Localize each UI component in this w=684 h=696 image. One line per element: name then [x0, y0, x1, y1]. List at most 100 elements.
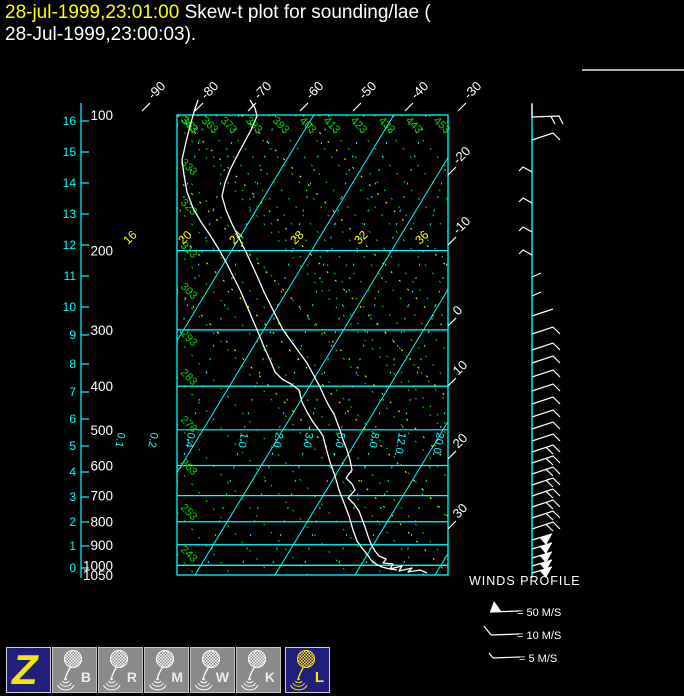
skewt-plot: 0123456789101112131415161002003004005006… — [0, 0, 684, 696]
mixing-ratio-label: 12.0 — [392, 431, 408, 454]
height-label: 12 — [63, 238, 77, 252]
wind-barb — [532, 343, 560, 350]
height-label: 14 — [63, 176, 77, 190]
wind-barb — [532, 273, 541, 277]
height-label: 16 — [63, 114, 77, 128]
dry-adiabat-line — [268, 115, 668, 575]
isotherm-tick — [448, 167, 456, 175]
mixing-ratio-line — [336, 115, 460, 575]
svg-text:Z: Z — [11, 648, 39, 692]
wind-barb — [532, 370, 560, 377]
dry-adiabat-label: 393 — [270, 115, 291, 136]
height-label: 8 — [69, 357, 76, 371]
dry-adiabat-label: 263 — [178, 457, 199, 478]
mixing-ratio-label: 5.0 — [332, 431, 346, 448]
toolbar-button-b[interactable]: B — [52, 647, 97, 693]
wind-barb — [519, 227, 532, 232]
dry-adiabat-label: 423 — [348, 115, 369, 136]
height-label: 15 — [63, 145, 77, 159]
isotherm-tick — [142, 103, 150, 111]
dry-adiabat-line — [216, 115, 616, 575]
pressure-label: 200 — [90, 244, 113, 259]
moist-adiabat-label: 36 — [412, 228, 432, 248]
pressure-label: 600 — [90, 458, 113, 473]
button-letter: L — [315, 669, 324, 686]
dry-adiabat-label: 293 — [178, 328, 199, 349]
wind-barb — [532, 467, 560, 476]
isotherm-line — [355, 115, 634, 575]
wind-barb — [519, 167, 532, 172]
button-letter: R — [127, 669, 137, 685]
toolbar-button-z[interactable]: Z — [6, 647, 51, 693]
dry-adiabat-label: 373 — [218, 115, 239, 136]
dry-adiabat-label: 413 — [321, 115, 342, 136]
moist-adiabat-line — [66, 115, 504, 575]
moist-adiabat-label: 24 — [226, 228, 246, 248]
pressure-label: 100 — [90, 108, 113, 123]
toolbar: ZB R M W K L — [0, 645, 684, 696]
toolbar-button-l[interactable]: L — [285, 647, 330, 693]
mixing-ratio-label: 3.0 — [300, 431, 314, 448]
height-label: 3 — [69, 490, 76, 504]
button-letter: K — [265, 669, 275, 685]
toolbar-button-w[interactable]: W — [190, 647, 235, 693]
wind-barb — [519, 198, 532, 203]
button-letter: W — [216, 669, 229, 685]
mixing-ratio-label: 0.1 — [112, 431, 126, 448]
pressure-label: 500 — [90, 423, 113, 438]
wind-barb — [532, 384, 560, 391]
dewpoint-trace — [182, 100, 397, 570]
pressure-label: 1050 — [83, 568, 113, 583]
mixing-ratio-line — [152, 115, 276, 575]
height-label: 10 — [63, 300, 77, 314]
dry-adiabat-line — [295, 115, 684, 575]
dry-adiabat-label: 443 — [403, 115, 424, 136]
wind-barb — [532, 478, 560, 487]
dry-adiabat-line — [177, 167, 532, 575]
wind-barb — [532, 133, 560, 140]
mixing-ratio-label: 20.0 — [430, 431, 446, 454]
height-label: 7 — [69, 385, 76, 399]
isotherm-label-right: 20 — [450, 430, 471, 451]
pressure-label: 400 — [90, 379, 113, 394]
isotherm-label-top: -80 — [198, 78, 222, 102]
toolbar-button-r[interactable]: R — [98, 647, 143, 693]
moist-adiabat-line — [303, 115, 684, 575]
dry-adiabat-label: 433 — [376, 115, 397, 136]
isotherm-label-top: -70 — [251, 78, 275, 102]
isotherm-tick — [405, 103, 413, 111]
dry-adiabat-line — [177, 338, 383, 575]
isotherm-label-top: -30 — [461, 78, 485, 102]
dry-adiabat-line — [429, 115, 684, 575]
dry-adiabat-label: 403 — [297, 115, 318, 136]
wind-profile — [519, 104, 563, 578]
isotherm-label-right: -20 — [450, 143, 474, 167]
toolbar-button-m[interactable]: M — [144, 647, 189, 693]
isotherm-tick — [300, 103, 308, 111]
height-label: 11 — [64, 269, 77, 283]
height-label: 5 — [69, 439, 76, 453]
temperature-trace — [222, 100, 427, 573]
isotherm-label-right: 30 — [450, 500, 471, 521]
moist-adiabat-label: 32 — [351, 228, 371, 248]
isotherm-label-top: -50 — [356, 78, 380, 102]
wind-barb — [532, 292, 541, 296]
dry-adiabat-line — [319, 115, 684, 575]
barb-10ms-icon — [484, 626, 519, 635]
height-label: 9 — [69, 328, 76, 342]
wind-barb — [532, 434, 560, 441]
pressure-label: 300 — [90, 323, 113, 338]
dry-adiabat-label: 333 — [178, 157, 199, 178]
legend-50ms-label: = 50 M/S — [517, 607, 561, 619]
isotherm-label-top: -60 — [303, 78, 327, 102]
height-label: 2 — [69, 515, 76, 529]
wind-barb — [532, 397, 560, 404]
isotherm-line — [515, 115, 684, 575]
toolbar-button-k[interactable]: K — [236, 647, 281, 693]
isotherm-line — [115, 115, 394, 575]
wind-barb — [519, 250, 532, 255]
isotherm-label-top: -90 — [145, 78, 169, 102]
dry-adiabat-label: 363 — [199, 115, 220, 136]
button-letter: M — [171, 669, 183, 685]
wind-barb — [532, 489, 560, 498]
